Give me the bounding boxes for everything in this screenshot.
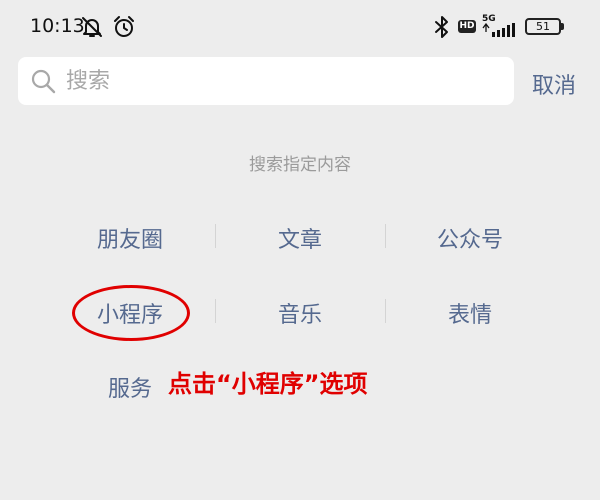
search-input[interactable] bbox=[66, 66, 496, 96]
mute-icon bbox=[82, 17, 102, 37]
option-official-accounts[interactable]: 公众号 bbox=[390, 222, 550, 254]
hd-badge: HD bbox=[458, 20, 476, 33]
option-stickers[interactable]: 表情 bbox=[390, 297, 550, 329]
search-box[interactable] bbox=[18, 57, 514, 105]
battery-tip bbox=[561, 23, 564, 30]
option-moments[interactable]: 朋友圈 bbox=[50, 222, 210, 254]
battery-indicator: 51 bbox=[525, 18, 561, 35]
option-divider bbox=[385, 224, 386, 248]
status-time: 10:13 bbox=[30, 15, 85, 37]
option-music[interactable]: 音乐 bbox=[220, 297, 380, 329]
search-icon bbox=[31, 69, 56, 94]
annotation-text: 点击“小程序”选项 bbox=[168, 370, 368, 398]
cancel-button[interactable]: 取消 bbox=[532, 68, 576, 100]
option-divider bbox=[215, 299, 216, 323]
section-title: 搜索指定内容 bbox=[249, 155, 351, 175]
alarm-icon bbox=[114, 16, 134, 37]
option-divider bbox=[385, 299, 386, 323]
signal-icon bbox=[482, 23, 515, 37]
status-bar: 10:13 HD 5G 51 bbox=[0, 0, 600, 56]
option-divider bbox=[215, 224, 216, 248]
bluetooth-icon bbox=[435, 16, 448, 38]
option-mini-programs[interactable]: 小程序 bbox=[50, 297, 210, 329]
option-articles[interactable]: 文章 bbox=[220, 222, 380, 254]
